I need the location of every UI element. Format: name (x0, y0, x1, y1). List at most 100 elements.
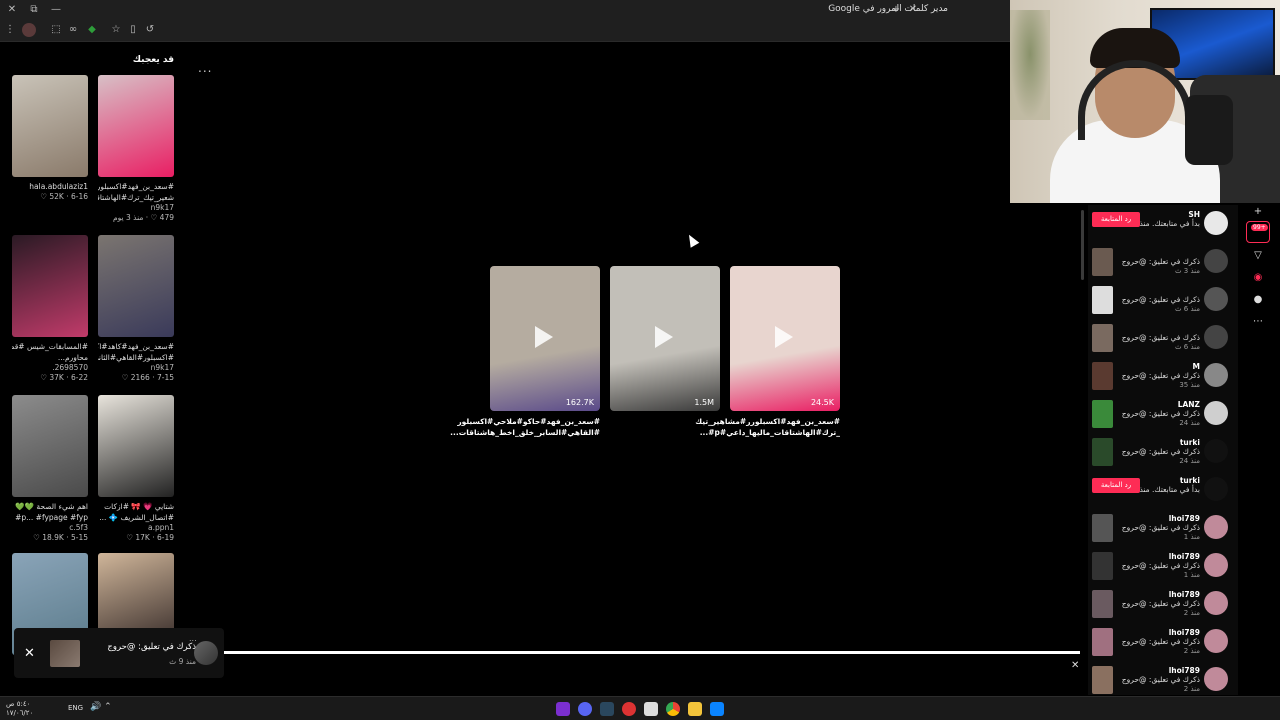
avatar[interactable] (1204, 667, 1228, 691)
sidepanel-icon[interactable]: ▯ (127, 24, 139, 36)
link-icon[interactable]: ∞ (67, 24, 79, 36)
notification-username[interactable]: lhoi789 (1169, 514, 1200, 523)
video-thumbnail[interactable] (12, 235, 88, 337)
mention-notification[interactable]: ذكرك في تعليق: @حروج منذ 6 ث (1088, 283, 1238, 321)
inbox-icon[interactable]: 99+ (1246, 221, 1270, 243)
close-window-icon[interactable]: ✕ (6, 4, 18, 16)
follow-back-button[interactable]: رد المتابعة (1092, 212, 1140, 227)
video-card[interactable]: hala.abdulaziz1 6-16 · 52K ♡ (12, 75, 88, 202)
app-icon[interactable] (556, 702, 570, 716)
close-icon[interactable]: ✕ (24, 646, 35, 661)
video-progress-bar[interactable] (224, 651, 1080, 654)
mention-notification[interactable]: ذكرك في تعليق: @حروج منذ 6 ث (1088, 321, 1238, 359)
play-icon[interactable] (655, 326, 673, 348)
more-options-icon[interactable]: ... (198, 61, 212, 75)
mention-notification[interactable]: lhoi789 ذكرك في تعليق: @حروج منذ 2 (1088, 587, 1238, 625)
avatar[interactable] (1204, 591, 1228, 615)
avatar[interactable] (1204, 211, 1228, 235)
notification-thumbnail[interactable] (1092, 324, 1113, 352)
video-thumbnail[interactable]: 162.7K (490, 266, 600, 411)
notification-username[interactable]: turki (1180, 476, 1200, 485)
follow-notification[interactable]: turkiبدأ في متابعتك. منذ 37رد المتابعة (1088, 473, 1238, 511)
notification-username[interactable]: M (1193, 362, 1200, 371)
notification-username[interactable]: lhoi789 (1169, 552, 1200, 561)
mention-notification[interactable]: ذكرك في تعليق: @حروج منذ 3 ث (1088, 245, 1238, 283)
mention-notification[interactable]: LANZ ذكرك في تعليق: @حروج منذ 24 (1088, 397, 1238, 435)
avatar[interactable] (1204, 249, 1228, 273)
profile-icon[interactable] (22, 23, 36, 37)
video-thumbnail[interactable] (12, 75, 88, 177)
avatar[interactable] (1204, 439, 1228, 463)
avatar[interactable] (1204, 401, 1228, 425)
minimize-window-icon[interactable]: — (50, 4, 62, 16)
chrome-icon[interactable] (666, 702, 680, 716)
language-indicator[interactable]: ENG (68, 704, 83, 712)
video-card[interactable]: 162.7K #سعد_بن_فهد#حاكو#ملاحي#اكسبلور #الق… (450, 266, 600, 438)
avatar[interactable] (1204, 363, 1228, 387)
restore-window-icon[interactable]: ⧉ (28, 4, 40, 16)
video-thumbnail[interactable] (12, 395, 88, 497)
notification-toast[interactable]: ✕ ذكرك في تعليق: @حروج منذ 9 ث ... (14, 628, 224, 678)
notification-thumbnail[interactable] (1092, 248, 1113, 276)
discord-icon[interactable] (578, 702, 592, 716)
obs-icon[interactable] (622, 702, 636, 716)
video-card[interactable]: #سعد_بن_فهد#اكسبلورر# شعير_تيك_ترك#الهاشت… (98, 75, 174, 223)
mention-notification[interactable]: M ذكرك في تعليق: @حروج منذ 35 (1088, 359, 1238, 397)
notification-thumbnail[interactable] (1092, 628, 1113, 656)
extension-icon[interactable]: ⬚ (50, 24, 62, 36)
video-card[interactable]: اهم شيء الصحة 💚💚 p... #fypage #fyp# c.5f3 5… (12, 395, 88, 543)
play-icon[interactable] (775, 326, 793, 348)
video-card[interactable]: 24.5K #سعد_بن_فهد#اكسبلورر#مشاهير_تيك _ترك… (695, 266, 840, 438)
mention-notification[interactable]: lhoi789 ذكرك في تعليق: @حروج منذ 2 (1088, 625, 1238, 663)
menu-icon[interactable]: ⋮ (4, 24, 16, 36)
calculator-icon[interactable] (644, 702, 658, 716)
avatar[interactable] (1204, 325, 1228, 349)
add-icon[interactable]: + (1251, 205, 1265, 219)
notification-thumbnail[interactable] (1092, 400, 1113, 428)
follow-notification[interactable]: SHبدأ في متابعتك. منذ 2 ثرد المتابعة (1088, 207, 1238, 245)
video-card[interactable]: شتايي 💗 🎀 #ازكات #اتصال_الشريف 💠 ... a.ppn… (98, 395, 174, 543)
mention-notification[interactable]: turki ذكرك في تعليق: @حروج منذ 24 (1088, 435, 1238, 473)
avatar[interactable] (1204, 515, 1228, 539)
video-thumbnail[interactable]: 24.5K (730, 266, 840, 411)
tab-title[interactable]: مدير كلمات المرور في Google (828, 4, 948, 14)
video-thumbnail[interactable]: 1.5M (610, 266, 720, 411)
notification-username[interactable]: turki (1180, 438, 1200, 447)
notification-username[interactable]: lhoi789 (1169, 590, 1200, 599)
mention-notification[interactable]: lhoi789 ذكرك في تعليق: @حروج منذ 1 (1088, 549, 1238, 587)
notification-thumbnail[interactable] (1092, 438, 1113, 466)
system-tray[interactable]: 🔊 ⌃ (90, 702, 112, 712)
avatar[interactable] (1204, 477, 1228, 501)
avatar[interactable] (1204, 287, 1228, 311)
close-player-button[interactable]: ✕ (1071, 660, 1079, 671)
bookmark-star-icon[interactable]: ☆ (110, 24, 122, 36)
notification-username[interactable]: lhoi789 (1169, 628, 1200, 637)
windows-start-icon[interactable] (710, 702, 724, 716)
folder-icon[interactable] (688, 702, 702, 716)
notification-thumbnail[interactable] (1092, 590, 1113, 618)
taskbar-clock[interactable]: ٥:٤٠ ص ١٧/٠٦/٢٠ (6, 700, 33, 718)
mention-notification[interactable]: lhoi789 ذكرك في تعليق: @حروج منذ 1 (1088, 511, 1238, 549)
avatar[interactable] (1204, 629, 1228, 653)
notification-thumbnail[interactable] (1092, 286, 1113, 314)
video-thumbnail[interactable] (98, 235, 174, 337)
follow-back-button[interactable]: رد المتابعة (1092, 478, 1140, 493)
play-icon[interactable] (535, 326, 553, 348)
notification-thumbnail[interactable] (1092, 514, 1113, 542)
notification-thumbnail[interactable] (1092, 362, 1113, 390)
notification-username[interactable]: SH (1188, 210, 1200, 219)
live-icon[interactable]: ◉ (1251, 271, 1265, 285)
notification-username[interactable]: LANZ (1178, 400, 1200, 409)
video-thumbnail[interactable] (98, 75, 174, 177)
scrollbar[interactable] (1081, 210, 1084, 280)
more-icon[interactable]: ⋯ (1251, 315, 1265, 329)
history-icon[interactable]: ↺ (144, 24, 156, 36)
profile-icon[interactable]: ● (1251, 293, 1265, 307)
filter-icon[interactable]: ▽ (1251, 249, 1265, 263)
toast-more-icon[interactable]: ... (189, 634, 197, 643)
video-card[interactable]: 1.5M (610, 266, 720, 416)
avatar[interactable] (1204, 553, 1228, 577)
video-card[interactable]: #المسابقات_شيس #قصص محاورم...2698570.6-22… (12, 235, 88, 383)
notification-thumbnail[interactable] (1092, 552, 1113, 580)
notification-thumbnail[interactable] (1092, 666, 1113, 694)
